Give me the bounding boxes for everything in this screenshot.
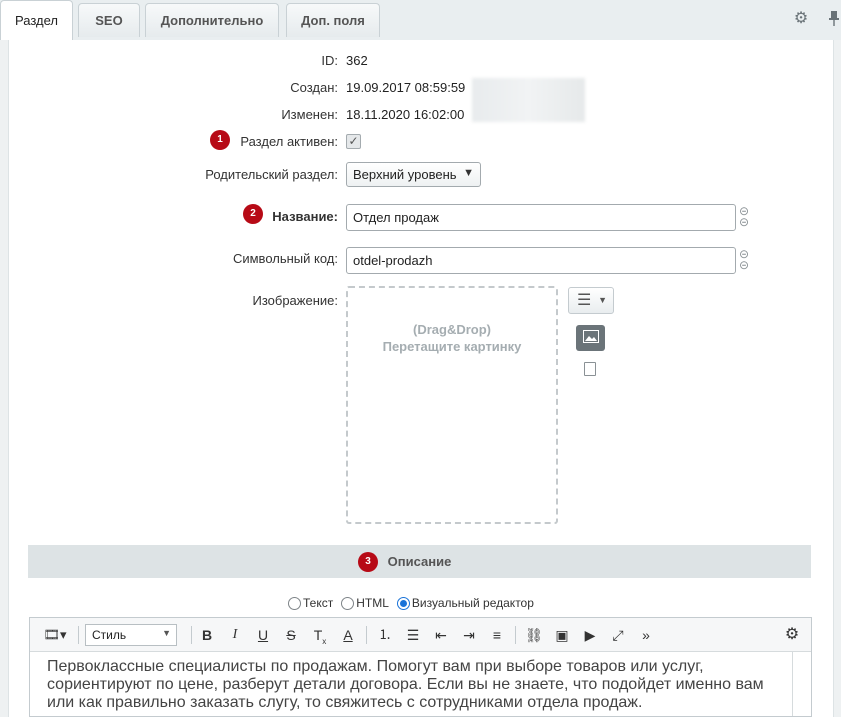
image-icon[interactable]: ▣ — [552, 626, 572, 644]
underline-icon[interactable]: U — [256, 626, 270, 644]
tab-extra-fields[interactable]: Доп. поля — [286, 3, 380, 37]
pin-icon[interactable] — [825, 10, 841, 28]
radio-visual-label: Визуальный редактор — [411, 596, 534, 610]
bold-icon[interactable]: B — [200, 626, 214, 644]
name-input[interactable]: Отдел продаж — [346, 204, 736, 231]
badge-3: 3 — [358, 552, 378, 572]
chevron-down-icon: ▼ — [162, 628, 171, 638]
font-color-icon[interactable]: A — [340, 626, 356, 644]
style-select[interactable]: Стиль ▼ — [85, 624, 177, 646]
parent-select[interactable]: Верхний уровень ▼ — [346, 162, 481, 187]
tab-additional[interactable]: Дополнительно — [145, 3, 279, 37]
radio-html[interactable] — [341, 596, 355, 610]
image-icon — [582, 330, 599, 343]
blurred-user-info — [472, 78, 585, 122]
visual-editor: 🎞▾ Стиль ▼ B I U S Tx A ⒈ ☰ ⇤ ⇥ ≡ ⛓ ▣ ▶ … — [29, 617, 812, 717]
radio-text[interactable] — [288, 596, 301, 610]
code-input[interactable]: otdel-prodazh — [346, 247, 736, 274]
style-select-value: Стиль — [92, 628, 127, 642]
unordered-list-icon[interactable]: ☰ — [404, 626, 422, 644]
parent-label: Родительский раздел: — [205, 167, 338, 182]
id-value: 362 — [346, 53, 368, 68]
align-icon[interactable]: ≡ — [488, 626, 506, 644]
chain-link-icon[interactable]: ⊝ ⊝ — [738, 248, 750, 271]
menu-lines-icon: ☰ — [577, 292, 592, 309]
tab-seo[interactable]: SEO — [78, 3, 140, 37]
parent-select-value: Верхний уровень — [353, 167, 457, 182]
chevron-down-icon: ▼ — [463, 167, 474, 179]
outdent-icon[interactable]: ⇤ — [432, 626, 450, 644]
image-dropzone[interactable]: (Drag&Drop) Перетащите картинку — [346, 286, 558, 524]
fullscreen-icon[interactable]: ⤢ — [608, 626, 628, 644]
ordered-list-icon[interactable]: ⒈ — [376, 626, 394, 644]
active-label: Раздел активен: — [240, 134, 338, 149]
link-icon[interactable]: ⛓ — [524, 626, 544, 644]
editor-content[interactable]: Первоклассные специалисты по продажам. П… — [47, 658, 795, 712]
code-label: Символьный код: — [232, 251, 338, 266]
gear-icon[interactable]: ⚙ — [792, 10, 810, 28]
tab-section[interactable]: Раздел — [0, 0, 73, 40]
file-icon[interactable] — [584, 362, 596, 376]
strikethrough-icon[interactable]: S — [284, 626, 298, 644]
film-strip-icon[interactable]: 🎞▾ — [40, 626, 70, 644]
created-value: 19.09.2017 08:59:59 — [346, 80, 466, 95]
modified-label: Изменен: — [281, 107, 338, 122]
image-library-button[interactable] — [576, 325, 605, 351]
chain-link-icon[interactable]: ⊝ ⊝ — [738, 205, 750, 228]
gear-icon[interactable]: ⚙ — [782, 626, 802, 644]
id-label: ID: — [321, 53, 338, 68]
name-label: Название: — [272, 209, 338, 224]
radio-text-label: Текст — [303, 596, 334, 610]
editor-toolbar: 🎞▾ Стиль ▼ B I U S Tx A ⒈ ☰ ⇤ ⇥ ≡ ⛓ ▣ ▶ … — [30, 618, 811, 652]
more-icon[interactable]: » — [636, 626, 656, 644]
radio-html-label: HTML — [356, 596, 389, 610]
radio-visual-editor[interactable] — [396, 596, 410, 610]
tab-bar: Раздел SEO Дополнительно Доп. поля ⚙ — [0, 0, 841, 40]
editor-scrollbar[interactable] — [792, 652, 793, 716]
video-icon[interactable]: ▶ — [580, 626, 600, 644]
image-menu-button[interactable]: ☰ ▼ — [568, 287, 614, 314]
image-label: Изображение: — [252, 293, 338, 308]
active-checkbox[interactable]: ✓ — [346, 134, 361, 149]
italic-icon[interactable]: I — [228, 626, 242, 644]
dropzone-hint-1: (Drag&Drop) — [413, 322, 491, 337]
clear-format-icon[interactable]: Tx — [312, 626, 328, 646]
description-title: Описание — [387, 554, 452, 569]
created-label: Создан: — [290, 80, 338, 95]
modified-value: 18.11.2020 16:02:00 — [346, 107, 465, 122]
dropzone-hint-2: Перетащите картинку — [382, 339, 522, 354]
chevron-down-icon: ▼ — [598, 295, 607, 305]
indent-icon[interactable]: ⇥ — [460, 626, 478, 644]
editor-mode-radios: Текст HTML Визуальный редактор — [288, 596, 542, 610]
description-section-header: Описание — [28, 545, 811, 578]
